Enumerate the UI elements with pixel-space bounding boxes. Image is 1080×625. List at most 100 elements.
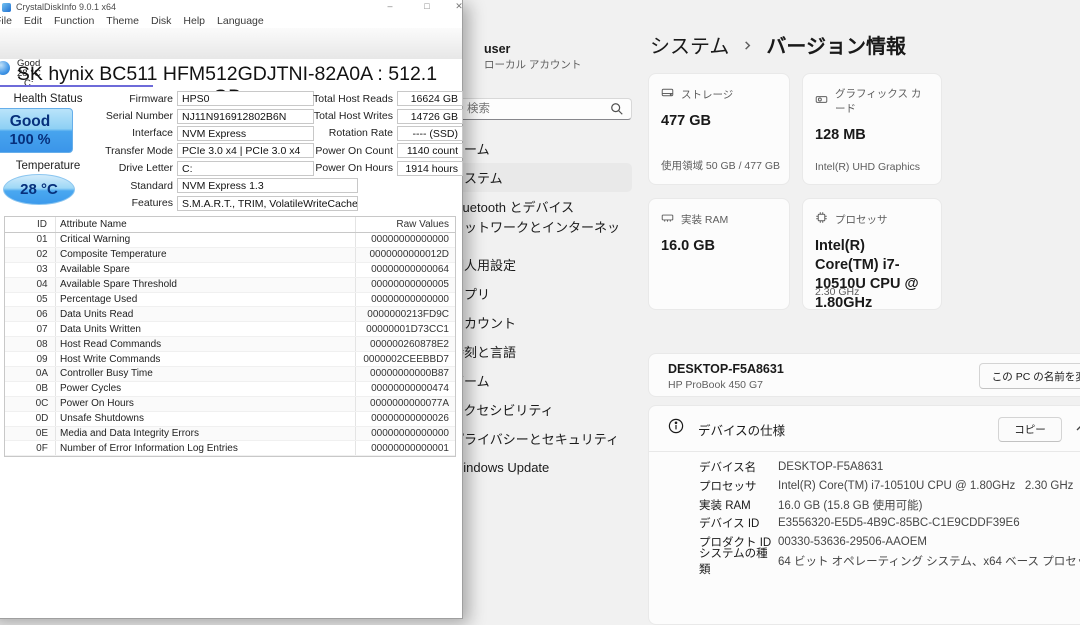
menu-item[interactable]: Function bbox=[54, 15, 103, 27]
disk-info-field: Total Host Writes 14726 GB bbox=[301, 107, 463, 124]
sidebar-item-Windows Update[interactable]: Windows Update bbox=[436, 453, 632, 482]
spec-row: プロセッサ Intel(R) Core(TM) i7-10510U CPU @ … bbox=[699, 477, 1080, 496]
table-row[interactable]: 0E Media and Data Integrity Errors 00000… bbox=[5, 426, 455, 442]
account-name: user bbox=[484, 42, 511, 56]
spec-value: DESKTOP-F5A8631 bbox=[778, 461, 884, 474]
sidebar-item-アクセシビリティ[interactable]: アクセシビリティ bbox=[436, 395, 632, 424]
search-input[interactable] bbox=[436, 98, 632, 120]
attribute-raw-value: 00000000000000 bbox=[355, 426, 455, 441]
close-button[interactable]: ✕ bbox=[453, 1, 465, 12]
maximize-button[interactable]: □ bbox=[421, 1, 433, 11]
table-row[interactable]: 07 Data Units Written 00000001D73CC1 bbox=[5, 322, 455, 338]
table-row[interactable]: 01 Critical Warning 00000000000000 bbox=[5, 233, 455, 248]
attribute-raw-value: 0000000213FD9C bbox=[355, 307, 455, 322]
table-row[interactable]: 05 Percentage Used 00000000000000 bbox=[5, 292, 455, 308]
table-row[interactable]: 0C Power On Hours 0000000000077A bbox=[5, 396, 455, 412]
card-caption: 使用領域 50 GB / 477 GB bbox=[661, 160, 781, 172]
table-row[interactable]: 0A Controller Busy Time 00000000000B87 bbox=[5, 367, 455, 382]
field-label: Transfer Mode bbox=[105, 144, 173, 157]
field-value: NVM Express 1.3 bbox=[177, 178, 358, 194]
field-value: 1914 hours bbox=[397, 160, 463, 176]
menu-item[interactable]: Disk bbox=[151, 15, 180, 27]
field-label: Total Host Reads bbox=[313, 92, 393, 105]
table-row[interactable]: 04 Available Spare Threshold 00000000000… bbox=[5, 277, 455, 293]
attribute-id: 05 bbox=[36, 294, 48, 305]
page-title: バージョン情報 bbox=[766, 36, 907, 58]
field-value: 1140 count bbox=[397, 143, 463, 159]
sidebar-item-label: ネットワークとインターネット bbox=[451, 219, 621, 254]
menu-bar: FileEditFunctionThemeDiskHelpLanguage bbox=[0, 14, 462, 28]
field-value: 14726 GB bbox=[397, 108, 463, 124]
menu-item[interactable]: Edit bbox=[24, 15, 51, 27]
table-row[interactable]: 0F Number of Error Information Log Entri… bbox=[5, 441, 455, 457]
attribute-name: Composite Temperature bbox=[55, 247, 355, 262]
attribute-raw-value: 000000260878E2 bbox=[355, 337, 455, 352]
spec-value: E3556320-E5D5-4B9C-85BC-C1E9CDDF39E6 bbox=[778, 517, 1020, 530]
attribute-id: 0A bbox=[35, 368, 49, 380]
breadcrumb-parent[interactable]: システム bbox=[650, 30, 729, 59]
attribute-name: Number of Error Information Log Entries bbox=[55, 441, 355, 456]
summary-cards: ストレージ 477 GB 使用領域 50 GB / 477 GB グラフィックス… bbox=[648, 73, 942, 311]
sidebar-item-label: Windows Update bbox=[451, 460, 550, 475]
disk-info-field: Features S.M.A.R.T., TRIM, VolatileWrite… bbox=[47, 194, 361, 211]
table-row[interactable]: 08 Host Read Commands 000000260878E2 bbox=[5, 337, 455, 353]
attribute-name: Percentage Used bbox=[55, 292, 355, 307]
menu-item[interactable]: Help bbox=[183, 15, 214, 27]
table-row[interactable]: 06 Data Units Read 0000000213FD9C bbox=[5, 307, 455, 323]
attribute-id: 09 bbox=[36, 353, 48, 365]
summary-card: ストレージ 477 GB 使用領域 50 GB / 477 GB bbox=[648, 73, 790, 185]
attribute-id: 01 bbox=[36, 234, 48, 246]
menu-item[interactable]: File bbox=[0, 15, 21, 27]
table-row[interactable]: 0B Power Cycles 00000000000474 bbox=[5, 381, 455, 397]
minimize-button[interactable]: – bbox=[384, 1, 396, 11]
sidebar-item-時刻と言語[interactable]: 時刻と言語 bbox=[436, 337, 632, 366]
table-header: ID Attribute Name Raw Values bbox=[5, 217, 455, 233]
attribute-id: 06 bbox=[36, 308, 48, 320]
menu-item[interactable]: Language bbox=[217, 15, 273, 27]
attribute-raw-value: 0000000000077A bbox=[355, 396, 455, 411]
chevron-up-icon[interactable] bbox=[1075, 422, 1080, 434]
info-icon bbox=[668, 418, 684, 434]
spec-row: デバイス ID E3556320-E5D5-4B9C-85BC-C1E9CDDF… bbox=[699, 514, 1080, 533]
spec-label: システムの種類 bbox=[699, 547, 768, 576]
sidebar-item-システム[interactable]: システム bbox=[436, 163, 632, 192]
attribute-name: Available Spare bbox=[55, 262, 355, 277]
disk-info-field: Rotation Rate ---- (SSD) bbox=[301, 125, 463, 142]
storage-icon bbox=[661, 86, 674, 102]
copy-button[interactable]: コピー bbox=[998, 417, 1062, 442]
sidebar-item-アプリ[interactable]: アプリ bbox=[436, 279, 632, 308]
card-caption: 2.30 GHz bbox=[815, 286, 860, 298]
spec-value: 64 ビット オペレーティング システム、x64 ベース プロセッサ bbox=[778, 555, 1080, 568]
attribute-id: 0D bbox=[35, 413, 49, 425]
sidebar-item-プライバシーとセキュリティ[interactable]: プライバシーとセキュリティ bbox=[436, 424, 632, 453]
rename-pc-button[interactable]: この PC の名前を変更 bbox=[979, 363, 1080, 389]
attribute-id: 08 bbox=[36, 338, 48, 350]
crystaldiskinfo-window: CrystalDiskInfo 9.0.1 x64 – □ ✕ FileEdit… bbox=[0, 0, 463, 619]
device-specs-title: デバイスの仕様 bbox=[698, 424, 786, 438]
card-title: ストレージ bbox=[681, 88, 734, 101]
spec-row: デバイス名 DESKTOP-F5A8631 bbox=[699, 458, 1080, 477]
table-row[interactable]: 02 Composite Temperature 0000000000012D bbox=[5, 247, 455, 263]
field-value: NVM Express bbox=[177, 125, 314, 141]
menu-item[interactable]: Theme bbox=[106, 15, 148, 27]
table-row[interactable]: 03 Available Spare 00000000000064 bbox=[5, 262, 455, 278]
table-row[interactable]: 09 Host Write Commands 0000002CEEBBD7 bbox=[5, 352, 455, 368]
sidebar-item-ゲーム[interactable]: ゲーム bbox=[436, 366, 632, 395]
attribute-id: 0C bbox=[35, 398, 49, 410]
card-title: 実装 RAM bbox=[681, 213, 729, 226]
sidebar-item-アカウント[interactable]: アカウント bbox=[436, 308, 632, 337]
card-caption: Intel(R) UHD Graphics bbox=[815, 161, 921, 173]
attribute-id: 0E bbox=[35, 428, 49, 440]
attribute-raw-value: 00000000000B87 bbox=[355, 367, 455, 381]
spec-row: システムの種類 64 ビット オペレーティング システム、x64 ベース プロセ… bbox=[699, 548, 1080, 576]
attribute-raw-value: 00000000000000 bbox=[355, 292, 455, 307]
spec-value: Intel(R) Core(TM) i7-10510U CPU @ 1.80GH… bbox=[778, 480, 1074, 493]
summary-card: 実装 RAM 16.0 GB bbox=[648, 198, 790, 310]
field-label: Total Host Writes bbox=[313, 110, 393, 123]
table-row[interactable]: 0D Unsafe Shutdowns 00000000000026 bbox=[5, 411, 455, 427]
sidebar-item-ネットワークとインターネット[interactable]: ネットワークとインターネット bbox=[436, 220, 632, 254]
title-bar[interactable]: CrystalDiskInfo 9.0.1 x64 – □ ✕ bbox=[0, 0, 465, 14]
spec-label: プロセッサ bbox=[699, 481, 757, 494]
attribute-raw-value: 0000002CEEBBD7 bbox=[355, 352, 455, 367]
sidebar-item-ホーム[interactable]: ホーム bbox=[436, 134, 632, 163]
